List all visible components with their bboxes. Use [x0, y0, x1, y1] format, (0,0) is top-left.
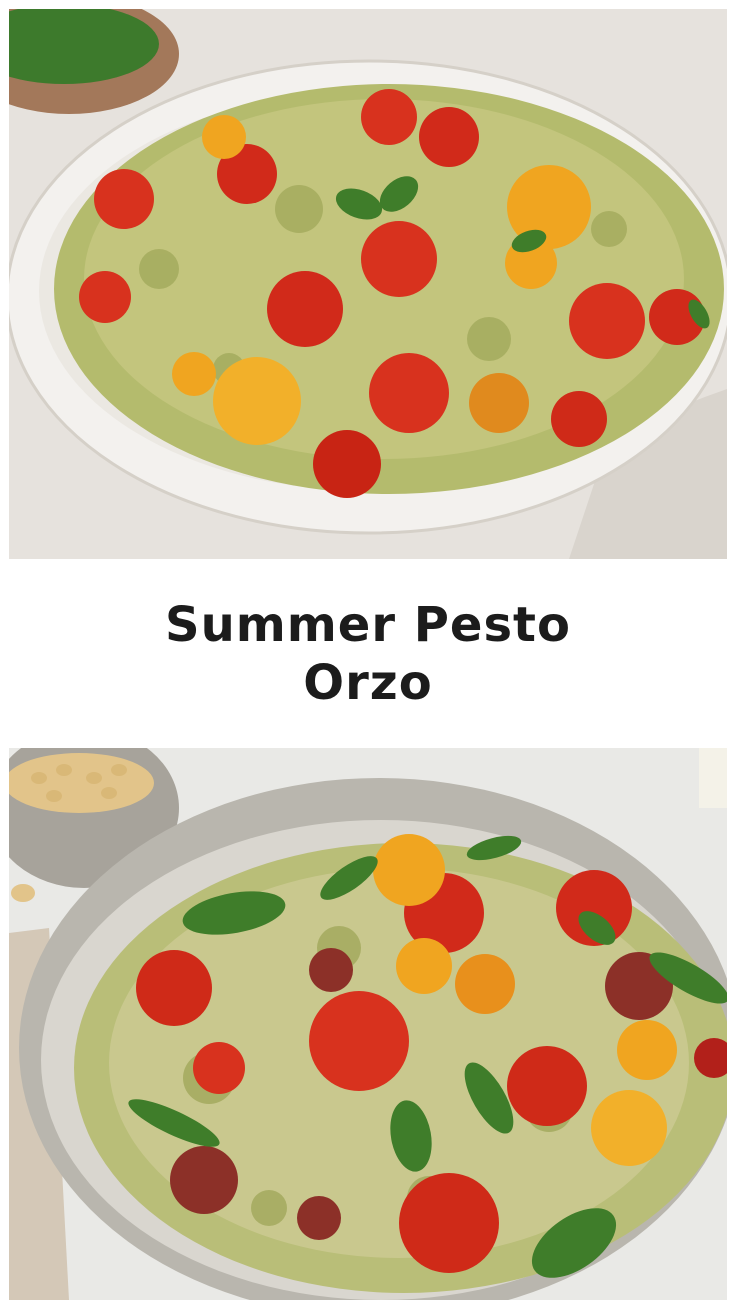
pesto-orzo-plate-image	[9, 9, 727, 559]
bottom-photo	[9, 748, 727, 1300]
title-band: Summer Pesto Orzo	[0, 559, 736, 748]
recipe-title: Summer Pesto Orzo	[165, 596, 571, 711]
top-photo	[9, 9, 727, 559]
pesto-orzo-bowl-image	[9, 748, 727, 1300]
